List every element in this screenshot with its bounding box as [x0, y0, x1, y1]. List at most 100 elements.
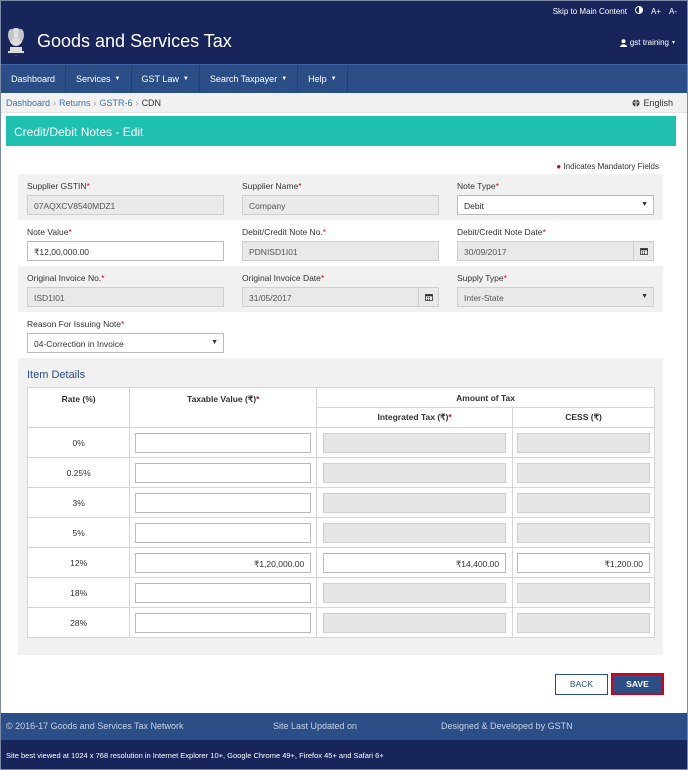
language-selector[interactable]: English [632, 98, 673, 108]
back-button[interactable]: BACK [555, 674, 608, 695]
required-marker: * [298, 181, 302, 191]
taxable-value-input[interactable] [135, 492, 312, 513]
skip-to-main-link[interactable]: Skip to Main Content [553, 7, 627, 16]
note-type-select[interactable]: Debit ▼ [457, 195, 654, 215]
rate-cell: 5% [26, 517, 131, 548]
reason-select[interactable]: 04-Correction in Invoice ▼ [27, 333, 224, 353]
browser-note-bar: Site best viewed at 1024 x 768 resolutio… [1, 740, 687, 769]
note-date-label: Debit/Credit Note Date [457, 227, 543, 237]
rate-cell: 28% [26, 607, 131, 638]
page-title: Credit/Debit Notes - Edit [6, 116, 676, 146]
mandatory-note-text: Indicates Mandatory Fields [563, 162, 659, 171]
igst-input [323, 582, 507, 603]
igst-header-label: Integrated Tax (₹) [377, 412, 449, 422]
reason-field: Reason For Issuing Note* 04-Correction i… [27, 319, 224, 353]
supply-type-value: Inter-State [464, 293, 504, 303]
calendar-icon[interactable] [633, 242, 653, 260]
supplier-name-label: Supplier Name [242, 181, 299, 191]
supplier-gstin-field: Supplier GSTIN* 07AQXCV8540MDZ1 [27, 181, 224, 215]
save-button[interactable]: SAVE [611, 673, 664, 695]
breadcrumb-returns[interactable]: Returns [59, 98, 91, 108]
note-value-field: Note Value* ₹12,00,000.00 [27, 227, 224, 261]
nav-gst-law[interactable]: GST Law ▼ [132, 65, 200, 93]
nav-dashboard[interactable]: Dashboard [1, 65, 67, 93]
taxable-value-input[interactable] [135, 612, 312, 633]
required-marker: * [448, 412, 452, 422]
rate-cell: 0% [26, 427, 131, 458]
original-invoice-no-input: ISD1I01 [27, 287, 224, 307]
required-marker: * [68, 227, 72, 237]
breadcrumb-dashboard[interactable]: Dashboard [6, 98, 50, 108]
designed-by-text: Designed & Developed by GSTN [441, 721, 573, 731]
taxable-value-input[interactable] [135, 432, 312, 453]
contrast-icon[interactable] [634, 6, 643, 16]
original-invoice-date-input: 31/05/2017 [242, 287, 439, 307]
nav-label: Search Taxpayer [209, 74, 278, 84]
rate-header: Rate (%) [26, 387, 131, 428]
original-invoice-date-value: 31/05/2017 [249, 293, 292, 303]
cess-input[interactable]: ₹1,200.00 [517, 552, 651, 573]
nav-help[interactable]: Help ▼ [298, 65, 348, 93]
note-value-label: Note Value [27, 227, 69, 237]
nav-search-taxpayer[interactable]: Search Taxpayer ▼ [200, 65, 299, 93]
table-row: 0.25% [26, 457, 655, 488]
copyright-text: © 2016-17 Goods and Services Tax Network [6, 721, 184, 731]
last-updated-text: Site Last Updated on [273, 721, 358, 731]
nav-label: Help [308, 74, 327, 84]
note-date-value: 30/09/2017 [464, 247, 507, 257]
igst-input [323, 462, 507, 483]
igst-input [323, 492, 507, 513]
required-marker: * [86, 181, 90, 191]
rate-cell: 12% [26, 547, 131, 578]
taxable-value-input[interactable]: ₹1,20,000.00 [135, 552, 312, 573]
cess-header: CESS (₹) [512, 407, 655, 428]
nav-label: Services [76, 74, 111, 84]
national-emblem-icon: ~ [5, 23, 27, 57]
browser-note: Site best viewed at 1024 x 768 resolutio… [6, 751, 384, 760]
accessibility-links: Skip to Main Content A+ A- [553, 6, 677, 16]
rate-cell: 3% [26, 487, 131, 518]
taxable-value-input[interactable] [135, 582, 312, 603]
cess-input [517, 432, 651, 453]
note-value-input[interactable]: ₹12,00,000.00 [27, 241, 224, 261]
site-title[interactable]: Goods and Services Tax [37, 31, 232, 52]
breadcrumb-separator: › [53, 98, 57, 108]
igst-input [323, 612, 507, 633]
nav-services[interactable]: Services ▼ [66, 65, 132, 93]
font-increase-button[interactable]: A+ [651, 7, 661, 16]
item-details-table: Rate (%) Taxable Value (₹)* Amount of Ta… [26, 387, 655, 638]
site-footer: © 2016-17 Goods and Services Tax Network… [1, 713, 687, 740]
breadcrumb-separator: › [135, 98, 139, 108]
note-type-value: Debit [464, 201, 484, 211]
note-date-field: Debit/Credit Note Date* 30/09/2017 [457, 227, 654, 261]
caret-down-icon: ▼ [330, 76, 337, 82]
note-type-label: Note Type [457, 181, 496, 191]
user-menu[interactable]: gst training ▾ [619, 38, 675, 47]
font-decrease-button[interactable]: A- [669, 7, 677, 16]
required-marker: * [121, 319, 125, 329]
required-marker: * [101, 273, 105, 283]
breadcrumb: Dashboard › Returns › GSTR-6 › CDN [6, 98, 161, 108]
svg-text:~: ~ [15, 53, 18, 57]
taxable-value-input[interactable] [135, 522, 312, 543]
taxable-value-input[interactable] [135, 462, 312, 483]
original-invoice-no-label: Original Invoice No. [27, 273, 102, 283]
igst-input [323, 522, 507, 543]
table-row: 3% [26, 487, 655, 518]
rate-cell: 0.25% [26, 457, 131, 488]
table-row: 0% [26, 427, 655, 458]
reason-label: Reason For Issuing Note [27, 319, 122, 329]
note-number-field: Debit/Credit Note No.* PDNISD1I01 [242, 227, 439, 261]
language-label: English [643, 98, 673, 108]
breadcrumb-gstr6[interactable]: GSTR-6 [100, 98, 133, 108]
calendar-icon[interactable] [418, 288, 438, 306]
table-row: 18% [26, 577, 655, 608]
required-marker: * [322, 227, 327, 237]
required-marker: * [256, 394, 260, 404]
igst-input[interactable]: ₹14,400.00 [323, 552, 507, 573]
breadcrumb-current: CDN [141, 98, 162, 108]
cess-input [517, 492, 651, 513]
globe-icon [632, 99, 640, 107]
note-number-label: Debit/Credit Note No. [242, 227, 323, 237]
item-details-section: Item Details Rate (%) Taxable Value (₹)*… [18, 358, 663, 655]
